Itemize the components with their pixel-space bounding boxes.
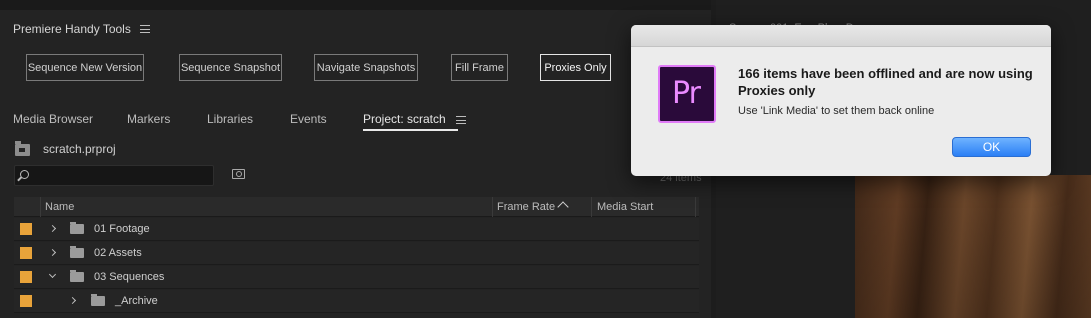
folder-icon: [70, 246, 84, 258]
chevron-down-icon[interactable]: [48, 270, 57, 279]
label-color-swatch[interactable]: [20, 295, 32, 307]
column-divider[interactable]: [591, 197, 592, 217]
tab-media-browser[interactable]: Media Browser: [13, 112, 93, 126]
chevron-right-icon[interactable]: [48, 224, 57, 233]
table-row[interactable]: 03 Sequences: [14, 266, 699, 289]
navigate-snapshots-button[interactable]: Navigate Snapshots: [314, 54, 418, 81]
search-icon: [20, 170, 29, 179]
search-input[interactable]: [14, 165, 214, 186]
premiere-pro-icon: Pr: [658, 65, 716, 123]
project-file-name: scratch.prproj: [43, 142, 116, 156]
column-name[interactable]: Name: [45, 201, 74, 213]
sort-ascending-icon[interactable]: [557, 201, 569, 213]
folder-icon: [91, 294, 105, 306]
tab-menu-icon[interactable]: [456, 116, 466, 124]
proxies-only-button[interactable]: Proxies Only: [540, 54, 611, 81]
dialog-titlebar[interactable]: [631, 25, 1051, 47]
active-tab-underline: [363, 129, 458, 131]
chevron-right-icon[interactable]: [68, 296, 77, 305]
panel-menu-icon[interactable]: [139, 25, 150, 33]
fill-frame-button[interactable]: Fill Frame: [451, 54, 508, 81]
project-folder-icon: [15, 141, 30, 156]
sequence-new-version-button[interactable]: Sequence New Version: [26, 54, 144, 81]
panel-header: Premiere Handy Tools: [13, 22, 150, 36]
column-divider[interactable]: [40, 197, 41, 217]
row-name: 02 Assets: [94, 247, 142, 259]
row-name: _Archive: [115, 295, 158, 307]
row-name: 03 Sequences: [94, 271, 165, 283]
folder-icon: [70, 270, 84, 282]
ok-button[interactable]: OK: [952, 137, 1031, 157]
dialog-message: 166 items have been offlined and are now…: [738, 66, 1033, 98]
tab-project[interactable]: Project: scratch: [363, 112, 446, 126]
sequence-snapshot-button[interactable]: Sequence Snapshot: [179, 54, 282, 81]
new-search-bin-icon[interactable]: [232, 169, 245, 179]
label-color-swatch[interactable]: [20, 223, 32, 235]
table-header: Name Frame Rate Media Start: [14, 197, 699, 217]
handy-tools-panel: Premiere Handy Tools Sequence New Versio…: [0, 0, 711, 110]
column-frame-rate[interactable]: Frame Rate: [497, 201, 555, 213]
column-divider[interactable]: [492, 197, 493, 217]
tab-libraries[interactable]: Libraries: [207, 112, 253, 126]
table-row[interactable]: _Archive: [14, 290, 699, 313]
folder-icon: [70, 222, 84, 234]
label-color-swatch[interactable]: [20, 271, 32, 283]
row-name: 01 Footage: [94, 223, 150, 235]
table-row[interactable]: 01 Footage: [14, 218, 699, 241]
alert-dialog: Pr 166 items have been offlined and are …: [631, 25, 1051, 176]
column-media-start[interactable]: Media Start: [597, 201, 653, 213]
panel-tabs: Media Browser Markers Libraries Events P…: [0, 100, 711, 132]
column-divider[interactable]: [695, 197, 696, 217]
label-color-swatch[interactable]: [20, 247, 32, 259]
tab-events[interactable]: Events: [290, 112, 327, 126]
panel-title: Premiere Handy Tools: [13, 22, 131, 36]
app-icon-text: Pr: [672, 76, 701, 111]
chevron-right-icon[interactable]: [48, 248, 57, 257]
tab-markers[interactable]: Markers: [127, 112, 170, 126]
table-row[interactable]: 02 Assets: [14, 242, 699, 265]
project-panel: Media Browser Markers Libraries Events P…: [0, 100, 711, 318]
video-preview: [855, 175, 1091, 318]
dialog-detail: Use 'Link Media' to set them back online: [738, 105, 935, 117]
